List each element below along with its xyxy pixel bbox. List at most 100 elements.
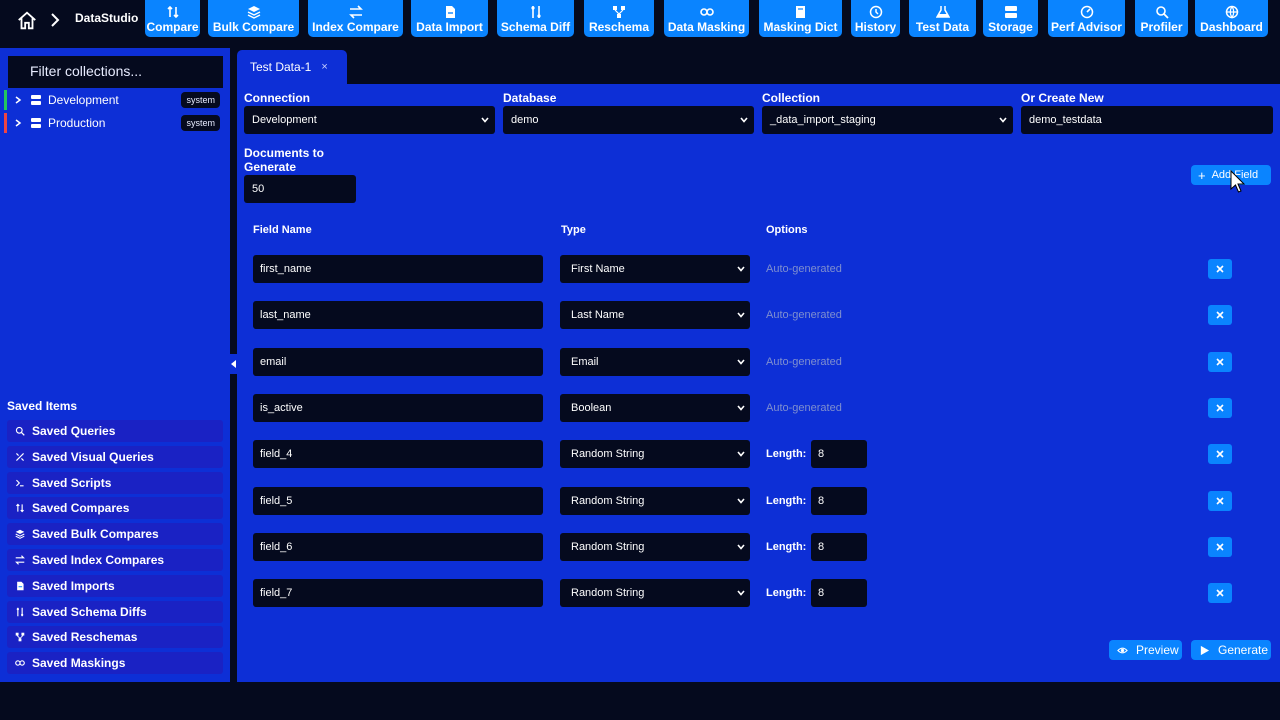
- toolbar-button-label: Index Compare: [312, 20, 399, 34]
- toolbar-button-reschema[interactable]: Reschema: [584, 0, 654, 37]
- toolbar-button-storage[interactable]: Storage: [983, 0, 1038, 37]
- saved-item-saved-queries[interactable]: Saved Queries: [7, 420, 223, 442]
- toolbar-button-compare[interactable]: Compare: [145, 0, 200, 37]
- mouse-pointer-icon: [1230, 170, 1246, 193]
- field-options-text: Auto-generated: [766, 355, 842, 368]
- chevron-right-icon[interactable]: [14, 119, 22, 127]
- field-type-select[interactable]: Email: [560, 347, 750, 376]
- saved-item-label: Saved Imports: [32, 578, 115, 593]
- create-new-input[interactable]: demo_testdata: [1021, 106, 1273, 134]
- filter-collections-input[interactable]: Filter collections...: [8, 56, 223, 88]
- field-type-value: Last Name: [571, 309, 625, 322]
- field-type-select[interactable]: Random String: [560, 440, 750, 469]
- tree-item-production[interactable]: Production system: [4, 112, 224, 134]
- saved-item-saved-imports[interactable]: Saved Imports: [7, 574, 223, 597]
- toolbar-button-schema-diff[interactable]: Schema Diff: [497, 0, 574, 37]
- remove-field-button[interactable]: [1208, 444, 1232, 465]
- remove-field-button[interactable]: [1208, 351, 1232, 372]
- length-input[interactable]: 8: [811, 486, 867, 515]
- toolbar-button-masking-dict[interactable]: Masking Dict: [759, 0, 842, 37]
- saved-item-saved-index-compares[interactable]: Saved Index Compares: [7, 549, 223, 571]
- database-select[interactable]: demo: [503, 106, 754, 134]
- app-title: DataStudio: [75, 11, 139, 25]
- field-name-input[interactable]: field_7: [253, 579, 543, 608]
- preview-label: Preview: [1136, 643, 1179, 657]
- mask-icon: [699, 8, 714, 16]
- field-name-input[interactable]: first_name: [253, 255, 543, 283]
- close-icon: [1216, 589, 1224, 597]
- saved-item-saved-reschemas[interactable]: Saved Reschemas: [7, 626, 223, 649]
- saved-item-saved-schema-diffs[interactable]: Saved Schema Diffs: [7, 600, 223, 623]
- flask-icon: [935, 6, 950, 18]
- field-type-select[interactable]: First Name: [560, 255, 750, 283]
- saved-item-saved-bulk-compares[interactable]: Saved Bulk Compares: [7, 523, 223, 546]
- toolbar-button-data-import[interactable]: Data Import: [411, 0, 488, 37]
- field-name-input[interactable]: last_name: [253, 301, 543, 330]
- toolbar-button-history[interactable]: History: [851, 0, 900, 37]
- saved-item-label: Saved Scripts: [32, 475, 112, 490]
- diff-icon: [530, 6, 541, 18]
- chevron-down-icon: [737, 544, 745, 550]
- collection-select[interactable]: _data_import_staging: [762, 106, 1013, 134]
- toolbar-button-bulk-compare[interactable]: Bulk Compare: [208, 0, 299, 37]
- field-name-input[interactable]: email: [253, 347, 543, 376]
- toolbar-button-perf-advisor[interactable]: Perf Advisor: [1048, 0, 1125, 37]
- length-input[interactable]: 8: [811, 579, 867, 608]
- documents-count-input[interactable]: 50: [244, 175, 356, 203]
- chevron-down-icon: [737, 451, 745, 457]
- saved-item-saved-scripts[interactable]: Saved Scripts: [7, 471, 223, 494]
- tab-test-data-1[interactable]: Test Data-1 ×: [237, 50, 347, 84]
- field-name-input[interactable]: is_active: [253, 393, 543, 422]
- field-type-select[interactable]: Random String: [560, 579, 750, 608]
- remove-field-button[interactable]: [1208, 536, 1232, 557]
- chevron-right-icon[interactable]: [14, 96, 22, 104]
- preview-button[interactable]: Preview: [1109, 640, 1182, 660]
- length-label: Length:: [766, 448, 807, 461]
- saved-item-saved-visual-queries[interactable]: Saved Visual Queries: [7, 445, 223, 468]
- close-tab-icon[interactable]: ×: [321, 61, 327, 73]
- generate-button[interactable]: Generate: [1191, 640, 1271, 660]
- saved-item-label: Saved Reschemas: [32, 630, 138, 645]
- saved-item-label: Saved Compares: [32, 501, 130, 516]
- remove-field-button[interactable]: [1208, 397, 1232, 418]
- toolbar-button-label: Reschema: [588, 20, 650, 34]
- close-icon: [1216, 358, 1224, 366]
- toolbar-button-profiler[interactable]: Profiler: [1135, 0, 1188, 37]
- toolbar-button-label: Data Import: [416, 20, 483, 34]
- field-options-text: Auto-generated: [766, 309, 842, 322]
- connection-select[interactable]: Development: [244, 106, 495, 134]
- field-type-value: Random String: [571, 448, 645, 461]
- connection-label: Connection: [244, 91, 310, 105]
- saved-item-saved-maskings[interactable]: Saved Maskings: [7, 652, 223, 675]
- connection-color-bar: [4, 113, 7, 133]
- remove-field-button[interactable]: [1208, 305, 1232, 326]
- connection-color-bar: [4, 90, 7, 110]
- length-input[interactable]: 8: [811, 532, 867, 561]
- remove-field-button[interactable]: [1208, 583, 1232, 604]
- mask-icon: [15, 660, 25, 666]
- tree-item-development[interactable]: Development system: [4, 89, 224, 111]
- toolbar-button-data-masking[interactable]: Data Masking: [664, 0, 749, 37]
- length-input[interactable]: 8: [811, 440, 867, 469]
- toolbar-button-index-compare[interactable]: Index Compare: [308, 0, 403, 37]
- field-type-select[interactable]: Last Name: [560, 301, 750, 330]
- length-label: Length:: [766, 540, 807, 553]
- toolbar-button-test-data[interactable]: Test Data: [909, 0, 976, 37]
- field-type-value: Email: [571, 355, 599, 368]
- saved-item-saved-compares[interactable]: Saved Compares: [7, 497, 223, 520]
- field-name-input[interactable]: field_4: [253, 440, 543, 469]
- remove-field-button[interactable]: [1208, 490, 1232, 511]
- field-name-input[interactable]: field_5: [253, 486, 543, 515]
- field-type-select[interactable]: Random String: [560, 486, 750, 515]
- toolbar-button-label: Compare: [146, 20, 199, 34]
- generate-label: Generate: [1218, 643, 1269, 657]
- database-icon: [31, 95, 41, 105]
- toolbar-button-dashboard[interactable]: Dashboard: [1195, 0, 1268, 37]
- field-name-input[interactable]: field_6: [253, 532, 543, 561]
- home-icon[interactable]: [16, 10, 38, 32]
- field-type-select[interactable]: Random String: [560, 532, 750, 561]
- field-options-text: Auto-generated: [766, 401, 842, 414]
- remove-field-button[interactable]: [1208, 259, 1232, 279]
- chevron-down-icon: [740, 117, 748, 123]
- field-type-select[interactable]: Boolean: [560, 393, 750, 422]
